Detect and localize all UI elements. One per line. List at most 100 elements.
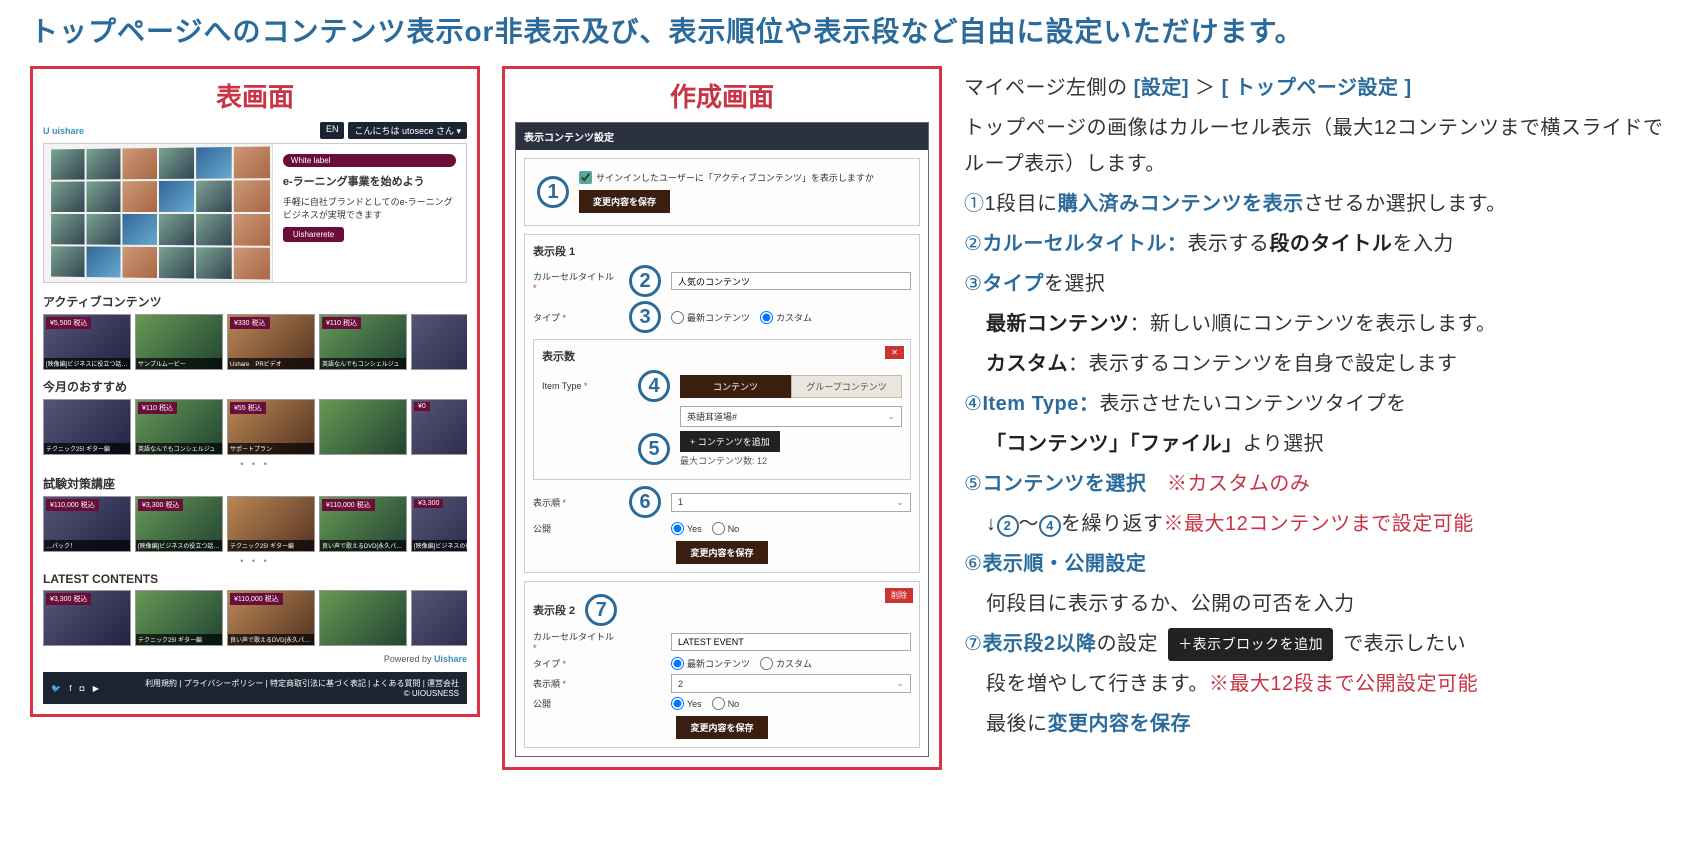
public-label: 公開 (533, 522, 619, 535)
item-type-tabs[interactable]: コンテンツ グループコンテンツ (680, 375, 902, 398)
type-latest-radio-2[interactable]: 最新コンテンツ (671, 657, 750, 670)
content-card[interactable]: ¥110 税込英語なんでもコンシェルジュ (135, 399, 223, 455)
price-tag: ¥110,000 税込 (322, 499, 375, 511)
section-1-title: 表示段 1 (533, 243, 911, 259)
public-no-radio[interactable]: No (712, 522, 740, 535)
carousel-dots[interactable]: • • • (43, 556, 467, 566)
tab-group[interactable]: グループコンテンツ (791, 375, 902, 398)
carousel-row[interactable]: ¥110,000 税込…パック！ ¥3,300 税込[映像編]ビジネスの役立つ話… (43, 496, 467, 552)
tab-content[interactable]: コンテンツ (680, 375, 791, 398)
content-card[interactable]: ¥110,000 税込…パック！ (43, 496, 131, 552)
section-2-title: 表示段 2 (533, 602, 575, 618)
content-card[interactable] (319, 590, 407, 646)
carousel-row[interactable]: ¥3,300 税込 テクニック25! ギター編 ¥110,000 税込良い声で歌… (43, 590, 467, 646)
type-custom-radio[interactable]: カスタム (760, 311, 812, 324)
price-tag: ¥110 税込 (138, 402, 177, 414)
social-icons[interactable]: 🐦 f ◘ ▶ (51, 684, 105, 693)
item-type-label: Item Type (542, 381, 581, 391)
price-tag: ¥55 税込 (230, 402, 266, 414)
lang-chip[interactable]: EN (320, 122, 345, 139)
card-caption: テクニック25! ギター編 (136, 634, 222, 645)
user-chip[interactable]: こんにちは utosece さん ▾ (348, 122, 467, 139)
price-tag: ¥330 税込 (230, 317, 270, 329)
content-card[interactable]: テクニック25! ギター編 (135, 590, 223, 646)
settings-panel-title: 作成画面 (515, 77, 929, 114)
price-tag: ¥110 税込 (322, 317, 361, 329)
content-card[interactable]: ¥3,300[映像編]ビジネスの役立つ話し… (411, 496, 467, 552)
youtube-icon[interactable]: ▶ (93, 684, 99, 693)
facebook-icon[interactable]: f (69, 684, 71, 693)
front-topbar: U uishare EN こんにちは utosece さん ▾ (43, 122, 467, 139)
hero-subtext: 手軽に自社ブランドとしてのe-ラーニングビジネスが実現できます (283, 195, 456, 221)
carousel-row[interactable]: ¥5,500 税込[映像編]ビジネスに役立つ話し方 サンプルムービー ¥330 … (43, 314, 467, 370)
content-card[interactable]: ¥0 (411, 399, 467, 455)
content-card[interactable]: ¥5,500 税込[映像編]ビジネスに役立つ話し方 (43, 314, 131, 370)
instagram-icon[interactable]: ◘ (80, 684, 85, 693)
card-caption: サンプルムービー (136, 358, 222, 369)
content-card[interactable]: ¥110,000 税込良い声で歌えるDVD[永久パック！… (227, 590, 315, 646)
carousel-dots[interactable]: • • • (43, 459, 467, 469)
footer: 🐦 f ◘ ▶ 利用規約 | プライバシーポリシー | 特定商取引法に基づく表記… (43, 672, 467, 704)
save-button[interactable]: 変更内容を保存 (676, 541, 767, 564)
type-latest-radio[interactable]: 最新コンテンツ (671, 311, 750, 324)
delete-count-button[interactable]: ✕ (885, 346, 904, 359)
delete-section-button[interactable]: 削除 (885, 588, 913, 603)
carousel-section: LATEST CONTENTS ¥3,300 税込 テクニック25! ギター編 … (43, 572, 467, 646)
step-marker-1: 1 (537, 176, 569, 208)
content-card[interactable] (411, 314, 467, 370)
content-card[interactable]: ¥3,300 税込 (43, 590, 131, 646)
settings-form-panel: 作成画面 表示コンテンツ設定 1 サインインしたユーザーに「アクティブコンテンツ… (502, 66, 942, 770)
step-marker-4: 4 (638, 370, 670, 402)
content-card[interactable]: ¥3,300 税込[映像編]ビジネスの役立つ話… (135, 496, 223, 552)
explanation-column: マイページ左側の [設定] ＞ [ トップページ設定 ] トップページの画像はカ… (964, 66, 1676, 746)
section-1-block: 表示段 1 カルーセルタイトル * 2 タイプ * 3 最新コンテンツ カスタム (524, 234, 920, 573)
active-content-label: サインインしたユーザーに「アクティブコンテンツ」を表示しますか (596, 171, 874, 184)
public-yes-radio[interactable]: Yes (671, 522, 702, 535)
content-card[interactable] (319, 399, 407, 455)
section-title: 今月のおすすめ (43, 378, 467, 395)
front-screen-panel: 表画面 U uishare EN こんにちは utosece さん ▾ Whit… (30, 66, 480, 717)
step-marker-6: 6 (629, 486, 661, 518)
carousel-title-label: カルーセルタイトル (533, 632, 614, 642)
card-caption: [映像編]ビジネスに役立つ話し方 (44, 358, 130, 369)
settings-form: 表示コンテンツ設定 1 サインインしたユーザーに「アクティブコンテンツ」を表示し… (515, 122, 929, 757)
carousel-title-input[interactable] (671, 272, 911, 290)
card-caption: テクニック25! ギター編 (44, 443, 130, 454)
order-select-2[interactable]: 2 (671, 674, 911, 693)
active-content-checkbox-row[interactable]: サインインしたユーザーに「アクティブコンテンツ」を表示しますか (579, 171, 911, 184)
order-select[interactable]: 1 (671, 493, 911, 512)
card-caption: 英語なんでもコンシェルジュ (136, 443, 222, 454)
carousel-section: 試験対策講座 ¥110,000 税込…パック！ ¥3,300 税込[映像編]ビジ… (43, 475, 467, 566)
active-content-checkbox[interactable] (579, 171, 592, 184)
content-card[interactable]: ¥110 税込英語なんでもコンシェルジュ (319, 314, 407, 370)
public-no-radio-2[interactable]: No (712, 697, 740, 710)
step-marker-7: 7 (585, 594, 617, 626)
content-card[interactable]: テクニック25! ギター編 (227, 496, 315, 552)
logo: U uishare (43, 126, 84, 136)
carousel-title-input-2[interactable] (671, 633, 911, 651)
front-panel-title: 表画面 (43, 77, 467, 114)
public-yes-radio-2[interactable]: Yes (671, 697, 702, 710)
content-card[interactable]: ¥330 税込Ushare PRビデオ (227, 314, 315, 370)
save-button[interactable]: 変更内容を保存 (676, 716, 767, 739)
add-block-button-inline[interactable]: ＋表示ブロックを追加 (1168, 628, 1333, 661)
content-card[interactable] (411, 590, 467, 646)
carousel-section: 今月のおすすめ テクニック25! ギター編 ¥110 税込英語なんでもコンシェル… (43, 378, 467, 469)
section-title: LATEST CONTENTS (43, 572, 467, 586)
price-tag: ¥3,300 (414, 499, 443, 508)
content-card[interactable]: ¥55 税込サポートプラン (227, 399, 315, 455)
save-button[interactable]: 変更内容を保存 (579, 190, 670, 213)
add-content-button[interactable]: + コンテンツを追加 (680, 431, 780, 452)
content-card[interactable]: サンプルムービー (135, 314, 223, 370)
footer-links[interactable]: 利用規約 | プライバシーポリシー | 特定商取引法に基づく表記 | よくある質… (145, 679, 459, 688)
type-custom-radio-2[interactable]: カスタム (760, 657, 812, 670)
content-card[interactable]: テクニック25! ギター編 (43, 399, 131, 455)
section-title: アクティブコンテンツ (43, 293, 467, 310)
content-select[interactable]: 英語耳道場# (680, 406, 902, 427)
hero-cta-button[interactable]: Uisharerete (283, 227, 344, 242)
order-label: 表示順 (533, 679, 560, 689)
hero-heading: e-ラーニング事業を始めよう (283, 173, 456, 189)
carousel-row[interactable]: テクニック25! ギター編 ¥110 税込英語なんでもコンシェルジュ ¥55 税… (43, 399, 467, 455)
content-card[interactable]: ¥110,000 税込良い声で歌えるDVD[永久パック… (319, 496, 407, 552)
twitter-icon[interactable]: 🐦 (51, 684, 61, 693)
